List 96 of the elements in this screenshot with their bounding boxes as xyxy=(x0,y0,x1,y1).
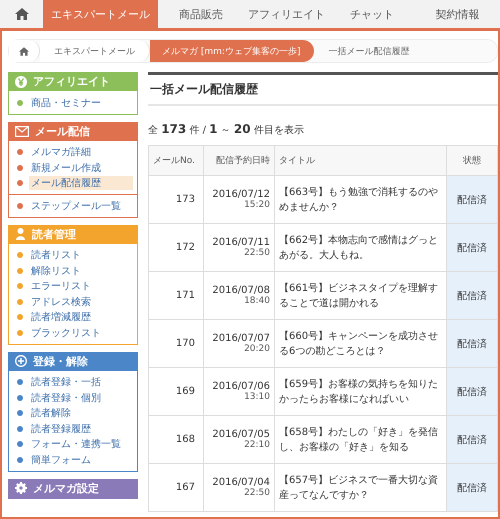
sidebar-link[interactable]: 簡単フォーム xyxy=(29,452,93,467)
table-cell: 169 xyxy=(148,368,204,416)
sidebar-link[interactable]: 読者増減履歴 xyxy=(29,310,93,324)
status-cell: 配信済 xyxy=(446,176,498,224)
sidebar-link[interactable]: メルマガ詳細 xyxy=(29,145,93,160)
bullet-dot xyxy=(17,268,23,274)
table-cell: 167 xyxy=(148,464,204,512)
column-header: タイトル xyxy=(274,146,446,176)
sidebar-link[interactable]: 解除リスト xyxy=(29,264,83,278)
status-cell: 配信済 xyxy=(446,272,498,320)
bullet-dot xyxy=(17,456,23,463)
nav-tab[interactable]: 商品販売 xyxy=(158,0,244,28)
home-icon xyxy=(19,46,29,56)
home-icon xyxy=(14,8,28,20)
section-title: メルマガ設定 xyxy=(33,480,99,496)
bullet-dot xyxy=(17,298,23,305)
time-text: 13:10 xyxy=(243,392,270,402)
sidebar-link[interactable]: エラーリスト xyxy=(29,279,93,294)
sidebar-link[interactable]: ステップメール一覧 xyxy=(29,198,123,213)
status-cell: 配信済 xyxy=(446,464,498,512)
date-text: 2016/07/06 xyxy=(211,381,270,392)
status-cell: 配信済 xyxy=(446,224,498,272)
sidebar-link[interactable]: 新規メール作成 xyxy=(29,160,103,175)
bullet-dot xyxy=(17,202,23,209)
table-cell: 【659号】お客様の気持ちを知りたかったらお客様になればいい xyxy=(274,368,446,416)
sidebar-link[interactable]: 読者解除 xyxy=(29,406,73,420)
table-cell: 【660号】キャンペーンを成功させる6つの勘どころとは？ xyxy=(274,320,446,368)
bullet-dot xyxy=(17,314,23,320)
sidebar-link[interactable]: 読者登録・一括 xyxy=(29,375,103,390)
nav-tab[interactable]: アフィリエイト xyxy=(244,0,329,28)
bullet-dot xyxy=(17,252,23,258)
sidebar-link[interactable]: 読者リスト xyxy=(29,248,83,262)
settings-icon xyxy=(15,482,27,494)
table-cell: 171 xyxy=(148,272,204,320)
date-text: 2016/07/08 xyxy=(211,285,270,296)
column-header: 配信予約日時 xyxy=(204,146,274,176)
bullet-dot xyxy=(17,164,23,171)
table-cell: 170 xyxy=(148,320,204,368)
table-cell: 【657号】ビジネスで一番大切な資産ってなんですか？ xyxy=(274,464,446,512)
time-text: 15:20 xyxy=(243,200,270,210)
nav-tab[interactable]: エキスパートメール xyxy=(43,0,158,28)
breadcrumb-home[interactable] xyxy=(9,40,40,62)
date-text: 2016/07/05 xyxy=(211,429,270,440)
breadcrumb-item[interactable]: メルマガ [mm:ウェブ集客の一歩] xyxy=(150,40,314,62)
bullet-dot xyxy=(17,100,23,106)
section-title: アフィリエイト xyxy=(33,74,110,89)
bullet-dot xyxy=(17,379,23,386)
table-cell: 【663号】もう勉強で消耗するのやめませんか？ xyxy=(274,176,446,224)
sidebar-link[interactable]: フォーム・連携一覧 xyxy=(29,437,123,452)
time-text: 18:40 xyxy=(243,296,270,306)
sidebar-link[interactable]: メール配信履歴 xyxy=(29,176,133,190)
nav-tab[interactable]: チャット xyxy=(329,0,414,28)
bullet-dot xyxy=(17,330,23,336)
breadcrumb-item[interactable]: エキスパートメール xyxy=(40,40,150,62)
time-text: 22:10 xyxy=(243,440,270,450)
date-text: 2016/07/07 xyxy=(211,333,270,344)
table-cell: 172 xyxy=(148,224,204,272)
bullet-dot xyxy=(17,180,23,186)
bullet-dot xyxy=(17,394,23,401)
sidebar-link[interactable]: 読者登録・個別 xyxy=(29,390,103,405)
time-text: 22:50 xyxy=(243,488,270,498)
table-cell: 173 xyxy=(148,176,204,224)
sidebar-link[interactable]: 読者登録履歴 xyxy=(29,422,93,436)
envelope-icon xyxy=(15,126,29,136)
table-cell: 【658号】わたしの「好き」を発信し、お客様の「好き」を知る xyxy=(274,416,446,464)
person-icon xyxy=(15,228,26,240)
status-cell: 配信済 xyxy=(446,320,498,368)
status-cell: 配信済 xyxy=(446,368,498,416)
breadcrumb-item[interactable]: 一括メール配信履歴 xyxy=(314,40,424,62)
page-title: 一括メール配信履歴 xyxy=(148,75,498,106)
column-header: メールNo. xyxy=(148,146,204,176)
date-text: 2016/07/04 xyxy=(211,477,270,488)
bullet-dot xyxy=(17,426,23,432)
time-text: 20:20 xyxy=(243,344,270,354)
result-count: 全 173 件 / 1 ～ 20 件目を表示 xyxy=(148,121,305,138)
bullet-dot xyxy=(17,283,23,290)
sidebar-link[interactable]: ブラックリスト xyxy=(29,326,103,340)
yen-icon xyxy=(15,76,27,88)
status-cell: 配信済 xyxy=(446,416,498,464)
sidebar-link[interactable]: 商品・セミナー xyxy=(29,96,103,110)
column-header: 状態 xyxy=(446,146,498,176)
plus-circle-icon xyxy=(15,355,27,367)
section-title: メール配信 xyxy=(35,124,90,138)
bullet-dot xyxy=(17,441,23,448)
table-cell: 【661号】ビジネスタイプを理解することで道は開かれる xyxy=(274,272,446,320)
table-cell: 【662号】本物志向で感情はグっとあがる。大人もね。 xyxy=(274,224,446,272)
date-text: 2016/07/11 xyxy=(211,237,270,248)
time-text: 22:50 xyxy=(243,248,270,258)
bullet-dot xyxy=(17,149,23,156)
table-cell: 168 xyxy=(148,416,204,464)
sidebar-link[interactable]: アドレス検索 xyxy=(29,294,93,309)
section-title: 読者管理 xyxy=(32,226,76,242)
bullet-dot xyxy=(17,410,23,416)
section-title: 登録・解除 xyxy=(33,354,88,368)
nav-tab[interactable]: 契約情報 xyxy=(414,0,500,28)
date-text: 2016/07/12 xyxy=(211,189,270,200)
